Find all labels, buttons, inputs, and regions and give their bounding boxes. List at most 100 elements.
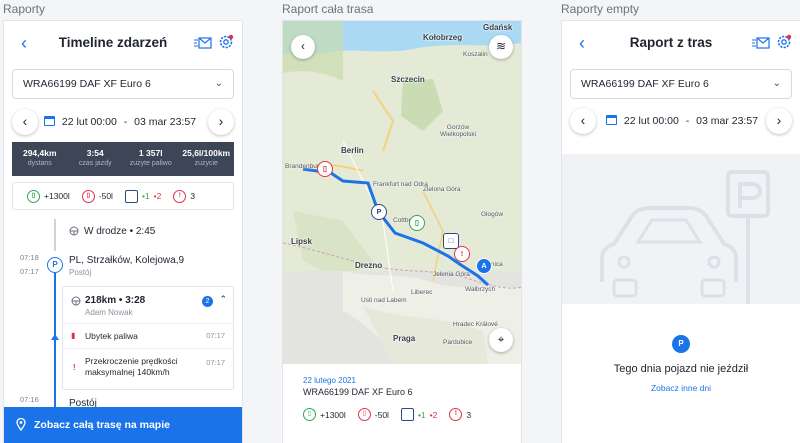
event-row[interactable]: ! Przekroczenie prędkości maksymalnej 14…: [63, 349, 233, 389]
gear-icon[interactable]: [218, 34, 234, 50]
map-label: Drezno: [355, 261, 383, 270]
other-days-link[interactable]: Zobacz inne dni: [562, 383, 800, 393]
parking-icon: [400, 408, 414, 421]
fuel-out-icon: ▯: [81, 189, 95, 203]
stop2-time: 07:16: [20, 395, 39, 404]
map-label: Usti nad Labem: [361, 297, 407, 304]
parking-count-a: •1: [417, 409, 426, 420]
route-vehicle: WRA66199 DAF XF Euro 6: [303, 387, 413, 397]
alert-icon: !: [173, 189, 187, 203]
event-label: Przekroczenie prędkości maksymalnej 140k…: [85, 356, 178, 377]
date-from: 22 lut 00:00: [623, 115, 679, 127]
mail-icon[interactable]: [752, 37, 770, 49]
caption-raporty: Raporty: [3, 2, 46, 16]
date-from: 22 lut 00:00: [61, 116, 117, 128]
event-row[interactable]: ▮ Ubytek paliwa 07:17: [63, 324, 233, 348]
summary-row: ▯ +1300l ▯ -50l •1 •2 ! 3: [12, 182, 234, 210]
fuel-in-value: +1300l: [44, 191, 70, 201]
in-road-label: W drodze • 2:45: [84, 226, 156, 237]
caption-raport-cala-trasa: Raport cała trasa: [282, 2, 374, 16]
prev-date-button[interactable]: ‹: [12, 109, 38, 135]
stats-bar: 294,4km dystans 3:54 czas jazdy 1 357l zuży…: [12, 142, 234, 176]
fuel-in-icon: ▯: [27, 189, 40, 203]
stop1-status: Postój: [69, 268, 92, 277]
steering-wheel-icon: [71, 296, 81, 306]
event-label: Ubytek paliwa: [85, 331, 138, 341]
map-label: Praga: [393, 334, 416, 343]
map-label: Zielona Góra: [423, 186, 461, 193]
show-route-button[interactable]: Zobacz całą trasę na mapie: [4, 407, 242, 443]
map-label: Wałbrzych: [465, 286, 496, 293]
parking-count-b: •2: [429, 409, 438, 420]
trip-driver: Adam Nowak: [85, 308, 133, 317]
map-label: Berlin: [341, 146, 364, 155]
alert-marker[interactable]: !: [454, 246, 470, 262]
chevron-down-icon: ⌄: [772, 78, 781, 89]
map-label: Lipsk: [291, 237, 312, 246]
trip-card[interactable]: 218km • 3:28 Adam Nowak 2 ⌃ ▮ Ubytek pal…: [62, 286, 234, 390]
map-background: [283, 21, 521, 364]
route-info-panel: 22 lutego 2021 WRA66199 DAF XF Euro 6 ▯ +…: [283, 364, 521, 443]
layers-icon[interactable]: ≋: [489, 35, 513, 59]
fuel-in-marker[interactable]: ▯: [409, 215, 425, 231]
prev-date-button[interactable]: ‹: [570, 108, 596, 134]
route-date: 22 lutego 2021: [303, 376, 356, 385]
page-title: Raport z tras: [629, 35, 713, 50]
gear-icon[interactable]: [776, 34, 792, 50]
fuel-out-value: -50l: [374, 409, 389, 420]
map-label: Gorzów Wielkopolski: [439, 124, 477, 138]
fuel-out-marker[interactable]: ▯: [317, 161, 333, 177]
calendar-icon: [44, 116, 55, 126]
mail-icon[interactable]: [194, 37, 212, 49]
back-icon[interactable]: ‹: [291, 35, 315, 59]
route-map-screen: Kołobrzeg Gdańsk Koszalin Szczecin Gorzó…: [282, 20, 522, 443]
locate-icon[interactable]: ⌖: [489, 328, 513, 352]
event-time: 07:17: [206, 331, 225, 340]
location-pin-icon: [16, 418, 26, 431]
event-count-badge: 2: [202, 296, 213, 307]
timeline-connector: [54, 219, 56, 251]
fuel-out-value: -50l: [98, 191, 113, 201]
fuel-in-value: +1300l: [320, 409, 346, 420]
date-range[interactable]: 22 lut 00:00 - 03 mar 23:57: [606, 108, 760, 134]
stop1-time-a: 07:18: [20, 253, 39, 262]
header: ‹ Raport z tras: [562, 21, 800, 67]
map-label: Koszalin: [463, 51, 488, 58]
start-marker[interactable]: A: [476, 258, 492, 274]
timeline-screen: ‹ Timeline zdarzeń WRA66199 DAF XF Euro …: [3, 20, 243, 443]
event-time: 07:17: [206, 358, 225, 367]
vehicle-select[interactable]: WRA66199 DAF XF Euro 6 ⌄: [570, 69, 792, 99]
direction-arrow-icon: [51, 334, 59, 340]
empty-illustration: [562, 154, 800, 304]
vehicle-name: WRA66199 DAF XF Euro 6: [581, 78, 709, 90]
stop1-address: PL, Strzałków, Kolejowa,9: [69, 255, 185, 266]
date-to: 03 mar 23:57: [696, 115, 759, 127]
date-separator: -: [123, 116, 128, 128]
stat-consumption: 25,6l/100km zużycie: [182, 148, 231, 167]
vehicle-select[interactable]: WRA66199 DAF XF Euro 6 ⌄: [12, 69, 234, 99]
vehicle-name: WRA66199 DAF XF Euro 6: [23, 78, 151, 90]
map[interactable]: Kołobrzeg Gdańsk Koszalin Szczecin Gorzó…: [283, 21, 521, 364]
map-label: Szczecin: [391, 75, 425, 84]
stat-distance: 294,4km dystans: [22, 148, 57, 167]
header: ‹ Timeline zdarzeń: [4, 21, 242, 67]
date-separator: -: [685, 115, 690, 127]
back-icon[interactable]: ‹: [14, 33, 34, 53]
date-range[interactable]: 22 lut 00:00 - 03 mar 23:57: [44, 109, 202, 135]
calendar-icon: [606, 115, 617, 125]
parking-marker: P: [47, 257, 63, 273]
parked-car-illustration: [600, 170, 770, 304]
map-label: Gdańsk: [483, 23, 513, 32]
map-label: Pardubice: [443, 339, 473, 346]
stat-fuel-used: 1 357l zużyte paliwo: [129, 148, 172, 167]
date-to: 03 mar 23:57: [134, 116, 197, 128]
map-label: Hradec Králové: [453, 321, 498, 328]
chevron-up-icon[interactable]: ⌃: [219, 294, 227, 305]
timeline-route-line: [54, 273, 56, 423]
next-date-button[interactable]: ›: [208, 109, 234, 135]
parking-marker[interactable]: P: [371, 204, 387, 220]
next-date-button[interactable]: ›: [766, 108, 792, 134]
back-icon[interactable]: ‹: [572, 33, 592, 53]
page-title: Timeline zdarzeń: [58, 35, 168, 50]
map-label: Jelenia Góra: [433, 271, 470, 278]
